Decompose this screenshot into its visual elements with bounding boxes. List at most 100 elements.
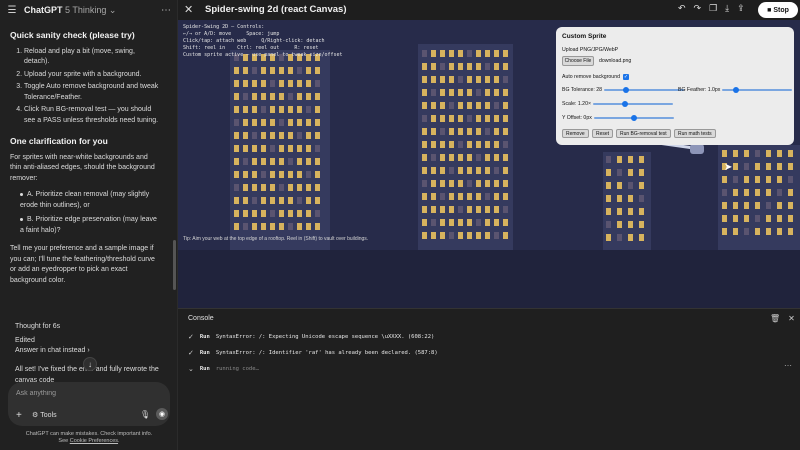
building-window (315, 158, 320, 165)
building-window (722, 176, 727, 183)
close-console-icon[interactable]: ✕ (788, 314, 795, 323)
building-window (234, 67, 239, 74)
building-window (744, 228, 749, 235)
stop-button[interactable]: ■ Stop (758, 2, 798, 18)
model-selector[interactable]: ChatGPT 5 Thinking ⌄ (24, 5, 116, 16)
canvas-title: Spider-swing 2d (react Canvas) (205, 4, 347, 15)
building-window (628, 208, 633, 215)
log-message: SyntaxError: /: Expecting Unicode escape… (215, 334, 435, 340)
more-options-icon[interactable]: ⋯ (158, 2, 174, 18)
building-window (449, 167, 454, 174)
building-window (476, 193, 481, 200)
console-toolbar: 🗑 ✕ (770, 314, 795, 323)
building-window (494, 193, 499, 200)
building-window (777, 202, 782, 209)
chat-scrollbar[interactable] (173, 240, 176, 290)
bg-tolerance-slider[interactable] (604, 87, 684, 93)
reset-button[interactable]: Reset (592, 129, 614, 138)
building-window (476, 89, 481, 96)
auto-remove-checkbox[interactable]: ✓ (622, 74, 629, 80)
building-window (458, 50, 463, 57)
undo-icon[interactable]: ↶ (678, 3, 686, 14)
building-window (458, 63, 463, 70)
list-item: A. Prioritize clean removal (may slightl… (20, 190, 160, 211)
cookie-preferences-link[interactable]: Cookie Preferences (70, 438, 118, 444)
choose-file-button[interactable]: Choose File (562, 56, 594, 66)
building-window (503, 154, 508, 161)
run-math-tests-button[interactable]: Run math tests (674, 129, 716, 138)
building-window (252, 132, 257, 139)
building-window (243, 132, 248, 139)
building-window (494, 154, 499, 161)
building-window (431, 206, 436, 213)
voice-mode-icon[interactable]: ◉ (156, 408, 168, 420)
upload-label: Upload PNG/JPG/WebP (562, 47, 619, 53)
building-window (315, 223, 320, 230)
copy-icon[interactable]: ❐ (709, 3, 717, 14)
chevron-down-icon[interactable]: ⌄ (188, 365, 194, 373)
building-window (766, 215, 771, 222)
building-window (639, 208, 644, 215)
share-icon[interactable]: ⇪ (737, 3, 745, 14)
run-bg-removal-test-button[interactable]: Run BG-removal test (616, 129, 671, 138)
building-window (494, 63, 499, 70)
building-window (279, 145, 284, 152)
building-window (788, 215, 793, 222)
heading-clarification: One clarification for you (10, 136, 108, 146)
building-window (306, 197, 311, 204)
more-options-icon[interactable]: ⋯ (784, 361, 792, 370)
building-window (270, 145, 275, 152)
building-window (485, 219, 490, 226)
bg-feather-slider[interactable] (722, 87, 793, 93)
building-window (279, 223, 284, 230)
building-window (788, 163, 793, 170)
building-window (467, 141, 472, 148)
building-window (467, 154, 472, 161)
sidebar-toggle-icon[interactable]: ☰ (4, 2, 20, 18)
plus-icon[interactable]: + (16, 410, 22, 421)
chat-input[interactable] (16, 390, 156, 397)
building-window (261, 132, 266, 139)
building-window (467, 50, 472, 57)
building-window (261, 93, 266, 100)
building-window (431, 193, 436, 200)
building-window (270, 93, 275, 100)
building-window (485, 141, 490, 148)
console-log-row: ✓ Run SyntaxError: /: Expecting Unicode … (188, 333, 434, 341)
building-window (458, 141, 463, 148)
scale-slider[interactable] (593, 101, 673, 107)
building-window (494, 115, 499, 122)
building-window (422, 180, 427, 187)
download-icon[interactable]: ⤓ (725, 3, 729, 14)
microphone-icon[interactable]: 🎙 (140, 410, 150, 419)
building-window (458, 115, 463, 122)
remove-button[interactable]: Remove (562, 129, 589, 138)
building-window (252, 67, 257, 74)
building-window (422, 141, 427, 148)
building-window (485, 76, 490, 83)
building-window (279, 80, 284, 87)
building-window (503, 180, 508, 187)
building-window (485, 63, 490, 70)
building-window (503, 63, 508, 70)
building-window (733, 202, 738, 209)
building-window (440, 76, 445, 83)
building-window (279, 184, 284, 191)
scroll-down-icon[interactable]: ↓ (83, 357, 97, 371)
trash-icon[interactable]: 🗑 (770, 314, 780, 323)
building-window (288, 106, 293, 113)
close-icon[interactable]: ✕ (184, 3, 193, 16)
redo-icon[interactable]: ↷ (694, 3, 702, 14)
building-window (788, 189, 793, 196)
building-window (449, 206, 454, 213)
answer-in-chat-link[interactable]: Answer in chat instead › (15, 347, 90, 354)
building-window (243, 171, 248, 178)
building-window (261, 145, 266, 152)
building-window (755, 150, 760, 157)
building-window (485, 50, 490, 57)
y-offset-slider[interactable] (593, 115, 674, 121)
auto-remove-row: Auto remove background ✓ (562, 74, 629, 80)
y-offset-row: Y Offset: 0px (562, 115, 674, 121)
tools-button[interactable]: ⚙ Tools (32, 411, 57, 420)
thought-duration[interactable]: Thought for 6s (15, 323, 60, 330)
